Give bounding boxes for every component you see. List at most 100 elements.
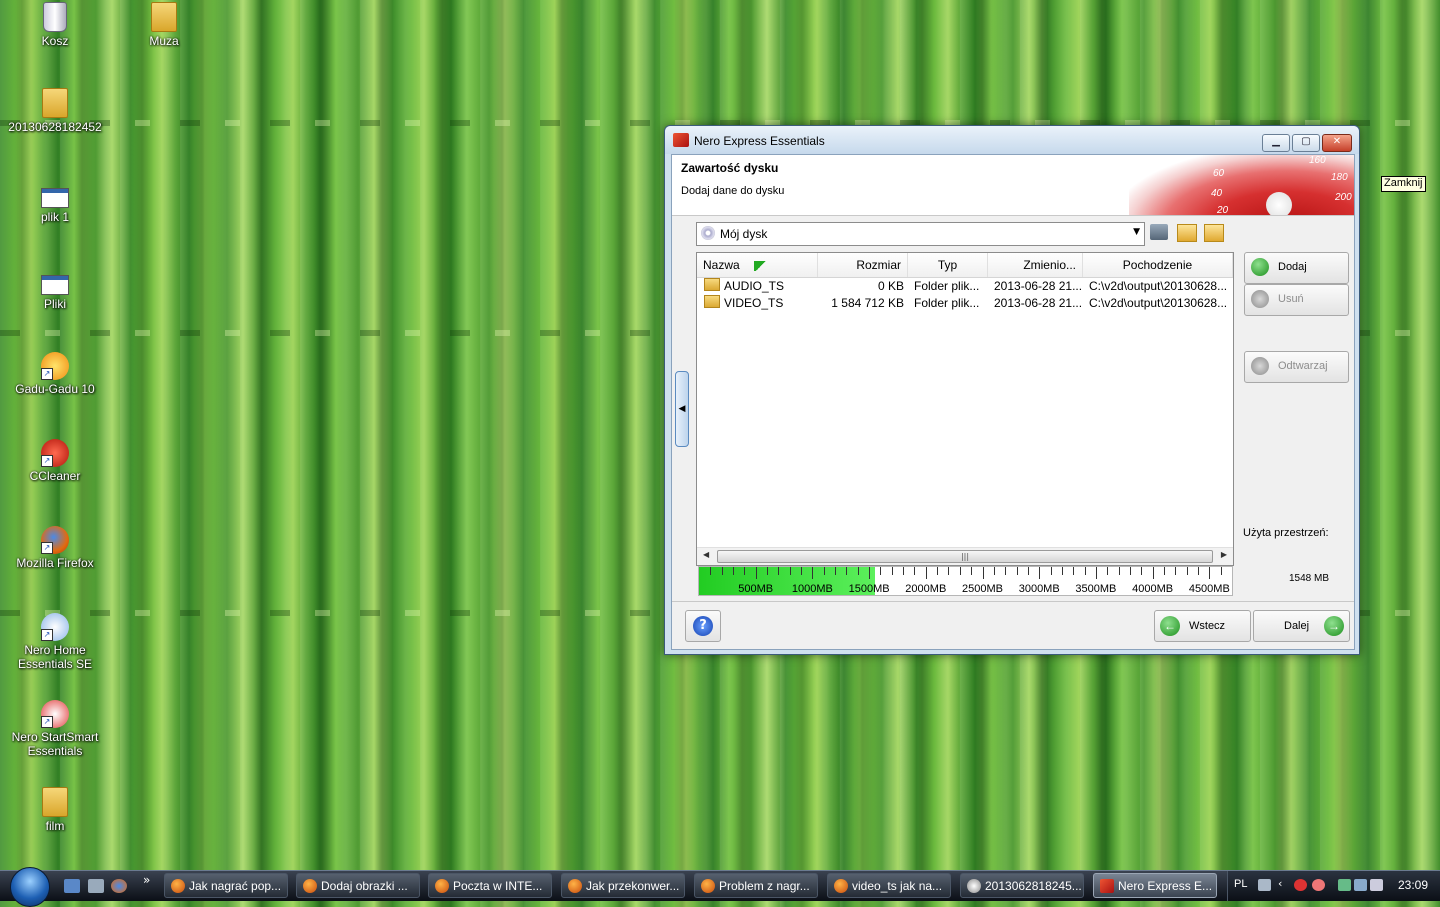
desktop-icon-label: film bbox=[45, 819, 65, 833]
capacity-tick bbox=[982, 567, 984, 579]
desktop-icon-ccleaner[interactable]: ↗ CCleaner bbox=[5, 439, 105, 483]
title-bar[interactable]: Nero Express Essentials ▁ ▢ ✕ bbox=[665, 126, 1359, 154]
antivirus-icon[interactable] bbox=[1294, 879, 1307, 891]
safely-remove-icon[interactable] bbox=[1338, 879, 1351, 891]
cell-modified: 2013-06-28 21... bbox=[994, 279, 1083, 293]
nero-home-icon: ↗ bbox=[41, 613, 69, 641]
capacity-tick bbox=[1073, 567, 1075, 575]
table-row[interactable]: VIDEO_TS 1 584 712 KB Folder plik... 201… bbox=[697, 295, 1233, 312]
firefox-icon bbox=[171, 879, 185, 893]
capacity-tick bbox=[937, 567, 939, 575]
column-header-name[interactable]: Nazwa bbox=[697, 253, 818, 277]
disc-properties-icon[interactable] bbox=[1150, 224, 1168, 240]
table-row[interactable]: AUDIO_TS 0 KB Folder plik... 2013-06-28 … bbox=[697, 278, 1233, 295]
folder-icon bbox=[704, 295, 720, 308]
capacity-tick bbox=[1107, 567, 1109, 575]
firefox-icon bbox=[435, 879, 449, 893]
desktop-icon-muza[interactable]: Muza bbox=[114, 2, 214, 48]
remove-button[interactable]: Usuń bbox=[1244, 284, 1349, 316]
capacity-tick bbox=[1186, 567, 1188, 575]
show-desktop-icon[interactable] bbox=[64, 879, 80, 893]
column-header-size[interactable]: Rozmiar bbox=[818, 253, 908, 277]
capacity-label: 1000MB bbox=[791, 583, 833, 595]
desktop-icon-nero-startsmart[interactable]: ↗ Nero StartSmart Essentials bbox=[5, 700, 105, 758]
disk-select[interactable]: Mój dysk ▼ bbox=[696, 222, 1145, 246]
taskbar-item[interactable]: Jak nagrać pop... bbox=[164, 873, 288, 898]
desktop-icon-recycle-bin[interactable]: Kosz bbox=[5, 2, 105, 48]
taskbar-item-label: 2013062818245... bbox=[985, 879, 1082, 893]
keyboard-icon[interactable] bbox=[1258, 879, 1271, 891]
new-folder-icon[interactable] bbox=[1177, 224, 1197, 242]
taskbar-item[interactable]: Jak przekonwer... bbox=[561, 873, 685, 898]
taskbar-item[interactable]: Problem z nagr... bbox=[694, 873, 818, 898]
desktop-icon-gadu-gadu[interactable]: ↗ Gadu-Gadu 10 bbox=[5, 352, 105, 396]
firefox-icon bbox=[568, 879, 582, 893]
show-hidden-icons-icon[interactable]: ‹ bbox=[1278, 877, 1282, 890]
start-button[interactable] bbox=[10, 867, 50, 907]
collapse-panel-handle[interactable]: ◀ bbox=[675, 371, 689, 447]
taskbar-item-active[interactable]: Nero Express E... bbox=[1093, 873, 1217, 898]
capacity-tick bbox=[925, 567, 927, 579]
folder-icon bbox=[151, 2, 177, 32]
taskbar-item[interactable]: Dodaj obrazki ... bbox=[296, 873, 420, 898]
capacity-tick bbox=[1129, 567, 1131, 575]
taskbar-item-label: Dodaj obrazki ... bbox=[321, 879, 408, 893]
firefox-icon bbox=[303, 879, 317, 893]
firefox-icon[interactable] bbox=[111, 879, 127, 893]
help-button[interactable]: ? bbox=[685, 610, 721, 642]
remove-icon bbox=[1251, 290, 1269, 308]
desktop-icon-film[interactable]: film bbox=[5, 787, 105, 833]
next-button[interactable]: Dalej → bbox=[1253, 610, 1350, 642]
capacity-label: 2500MB bbox=[962, 583, 1003, 595]
play-button[interactable]: Odtwarzaj bbox=[1244, 351, 1349, 383]
horizontal-scrollbar[interactable]: ◀ ||| ▶ bbox=[697, 547, 1233, 565]
capacity-tick bbox=[880, 567, 882, 575]
network-icon[interactable] bbox=[1354, 879, 1367, 891]
desktop-icon-folder-20130628182452[interactable]: 20130628182452 bbox=[5, 88, 105, 134]
desktop-icon-firefox[interactable]: ↗ Mozilla Firefox bbox=[5, 526, 105, 570]
taskbar: » Jak nagrać pop... Dodaj obrazki ... Po… bbox=[0, 867, 1440, 907]
desktop-icon-label: Mozilla Firefox bbox=[16, 556, 94, 570]
taskbar-item[interactable]: Poczta w INTE... bbox=[428, 873, 552, 898]
arrow-right-icon: → bbox=[1324, 616, 1344, 636]
close-icon: ✕ bbox=[1332, 136, 1342, 147]
scroll-left-icon[interactable]: ◀ bbox=[703, 550, 709, 559]
maximize-icon: ▢ bbox=[1301, 136, 1311, 147]
minimize-button[interactable]: ▁ bbox=[1262, 134, 1290, 152]
capacity-bar: 500MB 1000MB 1500MB 2000MB 2500MB 3000MB 3500M… bbox=[698, 566, 1233, 596]
taskbar-item[interactable]: video_ts jak na... bbox=[827, 873, 951, 898]
arrow-left-icon: ← bbox=[1160, 616, 1180, 636]
rename-folder-icon[interactable] bbox=[1204, 224, 1224, 242]
close-tooltip: Zamknij bbox=[1381, 176, 1426, 192]
nero-app-icon bbox=[673, 133, 689, 147]
tray-app-icon[interactable] bbox=[1312, 879, 1325, 891]
column-header-type[interactable]: Typ bbox=[908, 253, 988, 277]
capacity-label: 3000MB bbox=[1018, 583, 1060, 595]
close-button[interactable]: ✕ bbox=[1322, 134, 1352, 152]
capacity-tick bbox=[823, 567, 825, 575]
switch-windows-icon[interactable] bbox=[88, 879, 104, 893]
cell-size: 1 584 712 KB bbox=[831, 296, 904, 310]
header-subtitle: Dodaj dane do dysku bbox=[681, 185, 785, 197]
column-header-modified[interactable]: Zmienio... bbox=[988, 253, 1083, 277]
desktop-icon-nero-home[interactable]: ↗ Nero Home Essentials SE bbox=[5, 613, 105, 671]
back-button[interactable]: ← Wstecz bbox=[1154, 610, 1251, 642]
volume-icon[interactable] bbox=[1370, 879, 1383, 891]
gauge-number: 160 bbox=[1309, 155, 1326, 166]
capacity-tick bbox=[959, 567, 961, 575]
scroll-right-icon[interactable]: ▶ bbox=[1221, 550, 1227, 559]
capacity-tick bbox=[914, 567, 916, 575]
cell-origin: C:\v2d\output\20130628... bbox=[1089, 296, 1228, 310]
add-button[interactable]: Dodaj bbox=[1244, 252, 1349, 284]
column-header-origin[interactable]: Pochodzenie bbox=[1083, 253, 1233, 277]
language-indicator[interactable]: PL bbox=[1234, 878, 1247, 890]
file-list[interactable]: Nazwa Rozmiar Typ Zmienio... Pochodzenie… bbox=[696, 252, 1234, 566]
quick-launch-chevron[interactable]: » bbox=[143, 873, 150, 887]
taskbar-item[interactable]: 2013062818245... bbox=[960, 873, 1084, 898]
desktop-icon-plik-1[interactable]: plik 1 bbox=[5, 180, 105, 224]
sort-arrow-icon bbox=[753, 260, 768, 271]
scrollbar-thumb[interactable]: ||| bbox=[717, 550, 1213, 563]
desktop-icon-pliki[interactable]: Pliki bbox=[5, 267, 105, 311]
desktop-icon-label: CCleaner bbox=[29, 469, 81, 483]
maximize-button[interactable]: ▢ bbox=[1292, 134, 1320, 152]
